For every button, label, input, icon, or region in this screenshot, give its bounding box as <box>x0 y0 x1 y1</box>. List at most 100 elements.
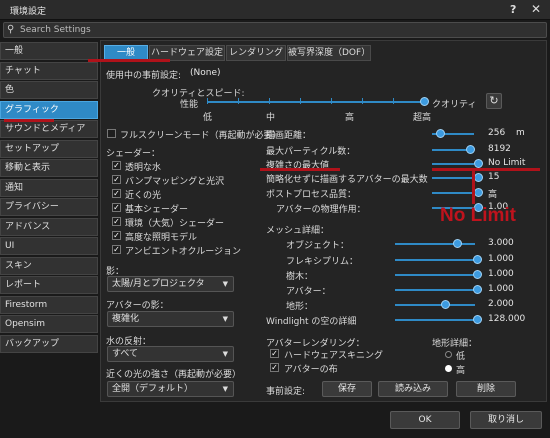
cancel-button[interactable]: 取り消し <box>470 411 542 429</box>
shaders-heading: シェーダー： <box>106 149 161 159</box>
mesh-slider-knob[interactable] <box>453 239 462 248</box>
load-preset-button[interactable]: 読み込み <box>378 381 448 397</box>
save-preset-button[interactable]: 保存 <box>322 381 372 397</box>
help-icon[interactable]: ? <box>510 3 516 16</box>
chevron-down-icon: ▼ <box>222 315 228 323</box>
avatar-max-slider-track[interactable] <box>432 177 474 179</box>
search-placeholder: Search Settings <box>20 25 91 35</box>
post-process-slider-knob[interactable] <box>474 188 483 197</box>
quality-tick <box>207 98 208 104</box>
post-process-value: 高 <box>488 190 498 200</box>
sidebar-item-sound-media[interactable]: サウンドとメディア <box>0 120 98 138</box>
sidebar-item-privacy[interactable]: プライバシー <box>0 198 98 216</box>
hardware-skinning-checkbox[interactable]: ✓ <box>270 349 279 358</box>
sidebar-item-reports[interactable]: レポート <box>0 276 98 294</box>
mesh-slider-track[interactable] <box>395 304 475 306</box>
hardware-skinning-label: ハードウェアスキニング <box>284 351 384 361</box>
sidebar-item-move-view[interactable]: 移動と表示 <box>0 159 98 177</box>
quality-tick-high: 高 <box>345 113 355 123</box>
tab-rendering[interactable]: レンダリング <box>226 45 286 61</box>
quality-slider-knob[interactable] <box>420 97 429 106</box>
shader-label: 近くの光 <box>125 191 162 201</box>
sidebar-item-notifications[interactable]: 通知 <box>0 178 98 197</box>
shader-checkbox[interactable]: ✓ <box>112 245 121 254</box>
mesh-item-label: アバター： <box>286 287 331 297</box>
ok-button[interactable]: OK <box>390 411 460 429</box>
sidebar-item-colors[interactable]: 色 <box>0 81 98 99</box>
annotation-underline-tab <box>88 59 170 62</box>
mesh-slider-track[interactable] <box>395 289 475 291</box>
shadows-dropdown[interactable]: 太陽/月とプロジェクタ ▼ <box>107 276 234 292</box>
mesh-slider-knob[interactable] <box>473 255 482 264</box>
annotation-underline-nolimit <box>432 168 540 171</box>
avatar-shadow-label: アバターの影： <box>106 301 169 311</box>
fullscreen-checkbox[interactable] <box>107 129 116 138</box>
avatar-max-slider-knob[interactable] <box>474 173 483 182</box>
sidebar: 一般 チャット 色 グラフィック サウンドとメディア セットアップ 移動と表示 … <box>0 42 98 354</box>
max-complexity-slider-track[interactable] <box>432 163 474 165</box>
shader-label: バンプマッピングと光沢 <box>125 177 225 187</box>
shader-label: 基本シェーダー <box>125 205 189 215</box>
avatar-max-value: 15 <box>488 172 500 182</box>
terrain-high-radio[interactable] <box>445 365 452 372</box>
delete-preset-button[interactable]: 削除 <box>456 381 516 397</box>
mesh-slider-track[interactable] <box>395 243 475 245</box>
sidebar-item-backup[interactable]: バックアップ <box>0 334 98 353</box>
annotation-vertical-line <box>472 170 475 204</box>
draw-distance-slider-knob[interactable] <box>436 129 445 138</box>
shader-checkbox[interactable]: ✓ <box>112 189 121 198</box>
mesh-item-value: 1.000 <box>488 284 514 294</box>
max-complexity-value: No Limit <box>488 158 526 168</box>
sidebar-item-opensim[interactable]: Opensim <box>0 315 98 333</box>
sidebar-item-setup[interactable]: セットアップ <box>0 139 98 158</box>
sidebar-item-ui[interactable]: UI <box>0 237 98 255</box>
terrain-low-radio[interactable] <box>445 351 452 358</box>
windlight-slider-track[interactable] <box>395 319 475 321</box>
shader-checkbox[interactable]: ✓ <box>112 203 121 212</box>
refresh-button[interactable]: ↻ <box>486 93 502 109</box>
chevron-down-icon: ▼ <box>222 280 228 288</box>
mesh-item-value: 1.000 <box>488 269 514 279</box>
avatar-shadow-dropdown[interactable]: 複雑化 ▼ <box>107 311 234 327</box>
mesh-item-label: オブジェクト： <box>286 241 350 251</box>
draw-distance-label: 描画距離： <box>266 131 312 141</box>
max-complexity-slider-knob[interactable] <box>474 159 483 168</box>
close-icon[interactable]: ✕ <box>531 2 541 16</box>
tab-dof[interactable]: 被写界深度（DOF） <box>287 45 371 61</box>
quality-tick <box>331 98 332 104</box>
search-input[interactable]: ⚲ Search Settings <box>3 22 547 38</box>
windlight-slider-knob[interactable] <box>473 315 482 324</box>
windlight-label: Windlight の空の詳細 <box>266 317 357 327</box>
max-particles-slider-knob[interactable] <box>466 145 475 154</box>
mesh-slider-track[interactable] <box>395 259 475 261</box>
mesh-slider-knob[interactable] <box>441 300 450 309</box>
mesh-slider-knob[interactable] <box>473 285 482 294</box>
mesh-slider-track[interactable] <box>395 274 475 276</box>
shadows-dropdown-value: 太陽/月とプロジェクタ <box>112 279 205 289</box>
shader-checkbox[interactable]: ✓ <box>112 231 121 240</box>
terrain-low-label: 低 <box>456 352 466 362</box>
post-process-slider-track[interactable] <box>432 192 474 194</box>
nearby-light-dropdown[interactable]: 全開（デフォルト） ▼ <box>107 381 234 397</box>
sidebar-item-general[interactable]: 一般 <box>0 42 98 60</box>
mesh-item-value: 2.000 <box>488 299 514 309</box>
window-title: 環境設定 <box>10 7 47 17</box>
shader-checkbox[interactable]: ✓ <box>112 217 121 226</box>
avatar-cloth-checkbox[interactable]: ✓ <box>270 363 279 372</box>
sidebar-item-skins[interactable]: スキン <box>0 256 98 275</box>
water-reflection-dropdown[interactable]: すべて ▼ <box>107 346 234 362</box>
title-bar: 環境設定 ? ✕ <box>0 0 550 20</box>
sidebar-item-graphics[interactable]: グラフィック <box>0 100 98 119</box>
water-reflection-dropdown-value: すべて <box>112 349 139 359</box>
mesh-slider-knob[interactable] <box>473 270 482 279</box>
mesh-heading: メッシュ詳細： <box>266 226 330 236</box>
quality-label: クオリティとスピード: <box>152 89 245 99</box>
mesh-item-value: 3.000 <box>488 238 514 248</box>
shader-checkbox[interactable]: ✓ <box>112 175 121 184</box>
quality-right-label: クオリティ <box>432 100 477 110</box>
sidebar-item-advanced[interactable]: アドバンス <box>0 217 98 236</box>
sidebar-item-firestorm[interactable]: Firestorm <box>0 295 98 314</box>
shader-checkbox[interactable]: ✓ <box>112 161 121 170</box>
presets-label: 事前設定: <box>266 387 306 397</box>
sidebar-item-chat[interactable]: チャット <box>0 61 98 80</box>
